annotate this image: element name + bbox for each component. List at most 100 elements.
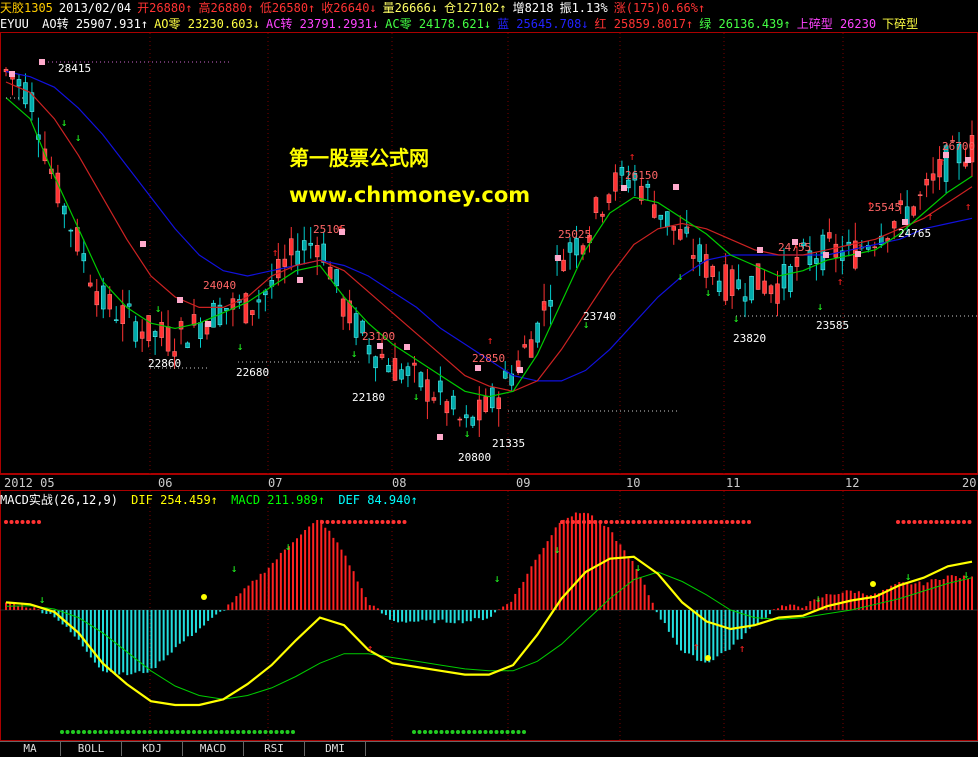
bottom-signal-dots bbox=[461, 730, 466, 734]
bottom-signal-dots bbox=[494, 730, 499, 734]
candle-body bbox=[10, 76, 15, 80]
date-tick: 09 bbox=[516, 476, 531, 490]
bottom-signal-dots bbox=[445, 730, 449, 734]
tab-kdj[interactable]: KDJ bbox=[122, 742, 183, 756]
candle-body bbox=[522, 344, 527, 348]
candle-body bbox=[107, 294, 112, 310]
top-signal-dots bbox=[686, 520, 691, 524]
price-label: 22680 bbox=[236, 366, 269, 379]
date-tick: 201 bbox=[962, 476, 978, 490]
candle-body bbox=[606, 194, 612, 203]
tab-rsi[interactable]: RSI bbox=[244, 742, 305, 756]
bottom-signal-dots bbox=[164, 730, 169, 734]
candle-body bbox=[139, 331, 145, 339]
top-signal-dots bbox=[675, 520, 680, 524]
candle-body bbox=[788, 266, 793, 292]
candle-body bbox=[256, 299, 262, 303]
tab-dmi[interactable]: DMI bbox=[305, 742, 366, 756]
date-tick: 12 bbox=[845, 476, 860, 490]
fractal-marker bbox=[823, 252, 829, 258]
macd-value: MACD 211.989↑ bbox=[231, 493, 326, 507]
fractal-marker bbox=[517, 367, 523, 373]
bottom-signal-dots bbox=[214, 730, 218, 734]
candle-body bbox=[703, 254, 709, 278]
bottom-signal-dots bbox=[489, 730, 493, 734]
candle-body bbox=[690, 255, 696, 259]
top-signal-dots bbox=[956, 520, 961, 524]
top-signal-dots bbox=[697, 520, 702, 524]
tab-boll[interactable]: BOLL bbox=[61, 742, 122, 756]
candle-body bbox=[75, 227, 80, 252]
fractal-marker bbox=[943, 152, 949, 158]
candle-body bbox=[451, 395, 456, 410]
candle-body bbox=[814, 258, 819, 264]
sell-arrow-icon: ↓ bbox=[677, 270, 684, 283]
macd-sell-arrow-icon: ↓ bbox=[231, 562, 238, 575]
top-signal-dots bbox=[4, 520, 8, 524]
candle-body bbox=[924, 178, 929, 186]
fractal-marker bbox=[965, 157, 971, 163]
macd-cross-dot bbox=[201, 594, 207, 600]
macd-buy-arrow-icon: ↑ bbox=[739, 642, 746, 655]
top-signal-dots bbox=[967, 520, 972, 524]
chart-canvas[interactable]: 2841522860226802404025105231002218022850… bbox=[0, 0, 978, 756]
bottom-signal-dots bbox=[87, 730, 92, 734]
candle-body bbox=[645, 183, 651, 188]
bottom-signal-dots bbox=[252, 730, 257, 734]
top-signal-dots bbox=[364, 520, 368, 524]
top-signal-dots bbox=[397, 520, 401, 524]
date-tick: 2012 05 bbox=[4, 476, 55, 490]
date-tick: 10 bbox=[626, 476, 641, 490]
date-tick: 06 bbox=[158, 476, 173, 490]
top-signal-dots bbox=[620, 520, 625, 524]
candle-body bbox=[444, 401, 450, 414]
candle-body bbox=[794, 257, 800, 267]
candle-body bbox=[340, 298, 346, 317]
bottom-signal-dots bbox=[291, 730, 295, 734]
candle-body bbox=[736, 279, 741, 289]
candle-body bbox=[120, 305, 125, 324]
top-signal-dots bbox=[741, 520, 746, 524]
top-signal-dots bbox=[587, 520, 592, 524]
top-signal-dots bbox=[664, 520, 669, 524]
top-signal-dots bbox=[593, 520, 597, 524]
candle-body bbox=[425, 379, 430, 402]
bottom-signal-dots bbox=[269, 730, 273, 734]
candle-body bbox=[185, 342, 190, 349]
candle-body bbox=[366, 345, 372, 355]
candle-body bbox=[373, 356, 378, 369]
candle-body bbox=[716, 280, 722, 292]
tab-macd[interactable]: MACD bbox=[183, 742, 244, 756]
top-signal-dots bbox=[637, 520, 641, 524]
top-signal-dots bbox=[37, 520, 41, 524]
bottom-signal-dots bbox=[153, 730, 158, 734]
candle-body bbox=[23, 82, 28, 105]
bottom-signal-dots bbox=[450, 730, 455, 734]
bottom-signal-dots bbox=[417, 730, 422, 734]
buy-arrow-icon: ↑ bbox=[927, 210, 934, 223]
bottom-signal-dots bbox=[109, 730, 114, 734]
bottom-signal-dots bbox=[186, 730, 191, 734]
macd-buy-arrow-icon: ↑ bbox=[693, 640, 700, 653]
bottom-signal-dots bbox=[434, 730, 438, 734]
bottom-signal-dots bbox=[516, 730, 521, 734]
top-signal-dots bbox=[609, 520, 614, 524]
bottom-signal-dots bbox=[511, 730, 515, 734]
macd-sell-arrow-icon: ↓ bbox=[963, 568, 970, 581]
tab-ma[interactable]: MA bbox=[0, 742, 61, 756]
candle-body bbox=[775, 283, 780, 304]
fractal-marker bbox=[177, 297, 183, 303]
top-signal-dots bbox=[945, 520, 950, 524]
candle-body bbox=[321, 243, 326, 263]
candle-body bbox=[489, 387, 495, 409]
top-signal-dots bbox=[703, 520, 707, 524]
top-signal-dots bbox=[912, 520, 917, 524]
sell-arrow-icon: ↓ bbox=[817, 300, 824, 313]
candle-body bbox=[891, 221, 897, 229]
macd-sell-arrow-icon: ↓ bbox=[905, 570, 912, 583]
top-signal-dots bbox=[631, 520, 636, 524]
candle-body bbox=[399, 369, 404, 380]
macd-header: MACD实战(26,12,9) DIF 254.459↑ MACD 211.98… bbox=[0, 492, 424, 508]
candle-body bbox=[113, 319, 119, 321]
candle-body bbox=[386, 364, 391, 373]
